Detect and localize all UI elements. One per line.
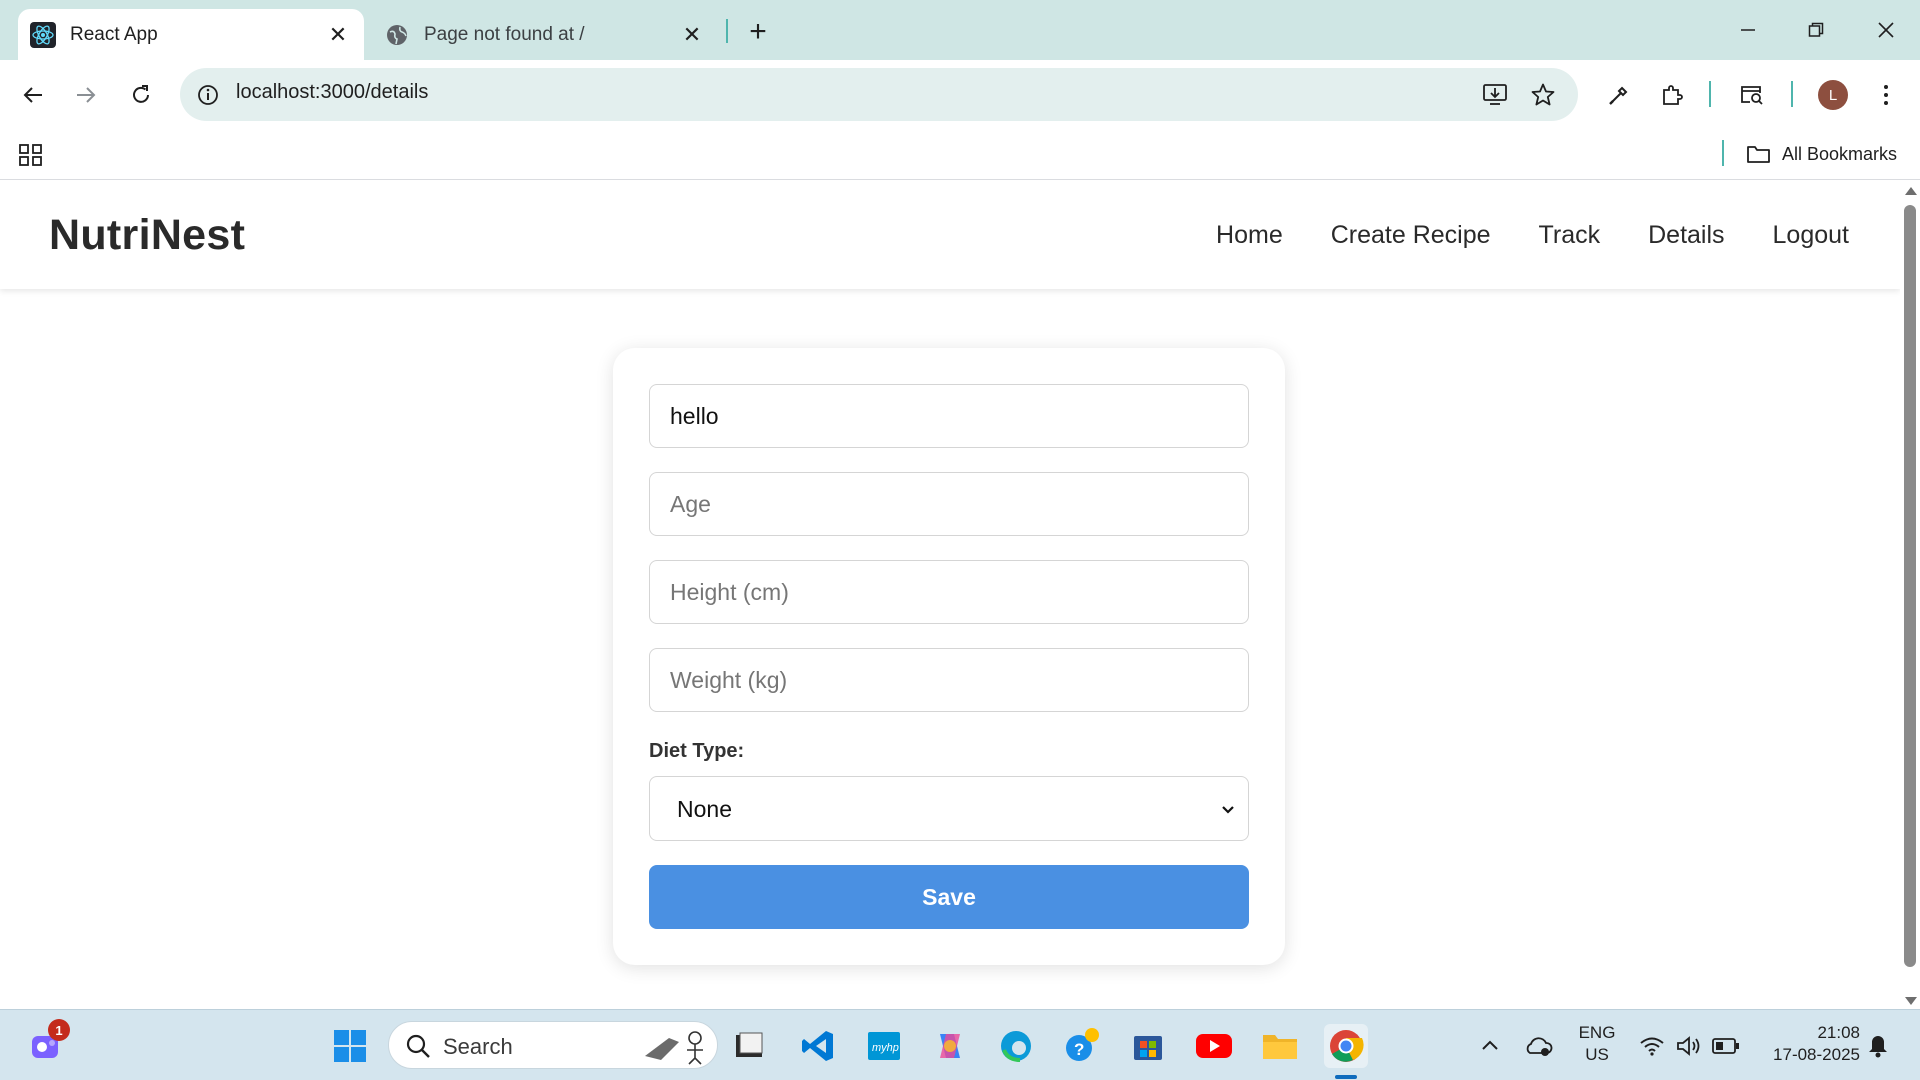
folder-app-icon[interactable]	[1258, 1024, 1302, 1068]
save-button[interactable]: Save	[649, 865, 1249, 929]
diet-type-label: Diet Type:	[649, 740, 745, 762]
scroll-down-arrow-icon[interactable]	[1905, 997, 1917, 1005]
windows-start-icon[interactable]	[328, 1024, 372, 1068]
taskbar-search-box[interactable]: Search	[388, 1021, 718, 1069]
myhp-icon[interactable]: myhp	[862, 1024, 906, 1068]
page-viewport: NutriNest Home Create Recipe Track Detai…	[0, 181, 1900, 1009]
nav-create-recipe[interactable]: Create Recipe	[1331, 221, 1491, 250]
close-window-icon[interactable]	[1862, 10, 1910, 50]
app-navbar: NutriNest Home Create Recipe Track Detai…	[0, 181, 1900, 289]
diet-type-select[interactable]: None	[649, 776, 1249, 841]
all-bookmarks-label: All Bookmarks	[1782, 143, 1898, 164]
svg-text:myhp: myhp	[872, 1042, 899, 1054]
file-explorer-app-icon[interactable]	[727, 1024, 771, 1068]
language-code: ENG	[1578, 1023, 1616, 1042]
bookmark-star-icon[interactable]	[1528, 80, 1558, 110]
bookmarks-bar: All Bookmarks	[0, 130, 1920, 180]
svg-text:?: ?	[1074, 1040, 1084, 1059]
kebab-menu-icon[interactable]	[1868, 77, 1904, 113]
diet-type-selected-value: None	[677, 796, 732, 822]
toolbar-separator	[1791, 81, 1793, 107]
nav-links: Home Create Recipe Track Details Logout	[1168, 221, 1849, 250]
profile-avatar[interactable]: L	[1818, 80, 1848, 110]
weight-input[interactable]	[649, 648, 1249, 712]
windows-taskbar: 1 Search myhp ? ENG US 21:08 17-08-2025	[0, 1009, 1920, 1080]
tab-title: Page not found at /	[424, 23, 585, 45]
notification-bell-icon[interactable]	[1856, 1024, 1900, 1068]
bookmarks-separator	[1722, 140, 1724, 166]
tab-search-icon[interactable]	[1734, 77, 1770, 113]
apps-grid-icon[interactable]	[18, 142, 44, 168]
battery-icon[interactable]	[1704, 1024, 1748, 1068]
height-input[interactable]	[649, 560, 1249, 624]
folder-icon	[1747, 146, 1770, 163]
browser-toolbar: localhost:3000/details L	[0, 60, 1920, 130]
close-tab-icon[interactable]: ✕	[678, 21, 706, 49]
vscode-icon[interactable]	[796, 1024, 840, 1068]
edge-browser-icon[interactable]	[994, 1024, 1038, 1068]
tab-separator	[726, 19, 728, 43]
install-app-icon[interactable]	[1480, 80, 1510, 110]
minimize-icon[interactable]	[1724, 10, 1772, 50]
search-label: Search	[443, 1034, 513, 1059]
onedrive-cloud-icon[interactable]	[1516, 1024, 1560, 1068]
toolbar-separator	[1709, 81, 1711, 107]
nav-track[interactable]: Track	[1539, 221, 1601, 250]
nav-home[interactable]: Home	[1216, 221, 1283, 250]
clock[interactable]: 21:08 17-08-2025	[1756, 1022, 1860, 1066]
microsoft-store-icon[interactable]	[1126, 1024, 1170, 1068]
address-bar[interactable]: localhost:3000/details	[180, 68, 1578, 121]
reload-icon[interactable]	[123, 77, 159, 113]
scroll-thumb[interactable]	[1904, 205, 1916, 967]
page-scrollbar[interactable]	[1900, 181, 1920, 1009]
globe-icon	[384, 22, 410, 48]
tab-page-not-found[interactable]: Page not found at / ✕	[372, 9, 718, 60]
react-logo-icon	[30, 21, 56, 48]
search-highlight-illustration-icon	[639, 1026, 711, 1071]
brand-logo[interactable]: NutriNest	[49, 211, 245, 260]
details-form-card: Diet Type: None Save	[613, 348, 1285, 965]
new-tab-icon[interactable]: +	[740, 14, 776, 50]
region-code: US	[1585, 1045, 1609, 1064]
show-hidden-icons-chevron-icon[interactable]	[1468, 1024, 1512, 1068]
eyedropper-icon[interactable]	[1601, 77, 1637, 113]
age-input[interactable]	[649, 472, 1249, 536]
get-help-icon[interactable]: ?	[1060, 1024, 1104, 1068]
scroll-up-arrow-icon[interactable]	[1905, 187, 1917, 195]
tab-react-app[interactable]: React App ✕	[18, 9, 364, 60]
browser-tab-bar: React App ✕ Page not found at / ✕ +	[0, 0, 1920, 60]
input-language-indicator[interactable]: ENG US	[1572, 1022, 1622, 1066]
url-text: localhost:3000/details	[236, 81, 429, 103]
nav-details[interactable]: Details	[1648, 221, 1724, 250]
nav-logout[interactable]: Logout	[1773, 221, 1849, 250]
copilot-icon[interactable]	[928, 1024, 972, 1068]
chrome-browser-icon[interactable]	[1324, 1024, 1368, 1068]
clock-time: 21:08	[1817, 1023, 1860, 1042]
forward-arrow-icon[interactable]	[68, 77, 104, 113]
restore-icon[interactable]	[1792, 10, 1840, 50]
all-bookmarks-button[interactable]: All Bookmarks	[1746, 140, 1897, 168]
chevron-down-icon	[1218, 799, 1238, 819]
tab-title: React App	[70, 23, 158, 45]
name-input[interactable]	[649, 384, 1249, 448]
site-info-icon[interactable]	[194, 81, 222, 109]
extensions-puzzle-icon[interactable]	[1654, 77, 1690, 113]
notification-badge: 1	[48, 1019, 70, 1041]
back-arrow-icon[interactable]	[15, 77, 51, 113]
youtube-icon[interactable]	[1192, 1024, 1236, 1068]
search-icon	[405, 1033, 431, 1064]
close-tab-icon[interactable]: ✕	[324, 21, 352, 49]
active-app-indicator	[1335, 1075, 1357, 1079]
clock-date: 17-08-2025	[1773, 1045, 1860, 1064]
